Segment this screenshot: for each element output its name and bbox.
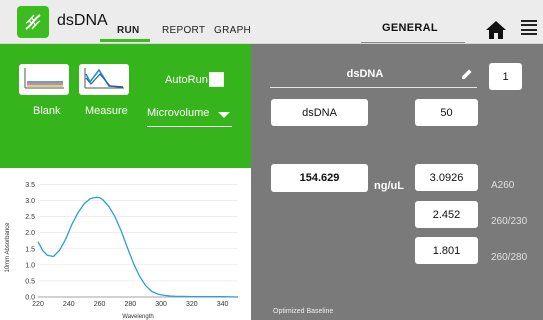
x-tick-label: 300: [155, 301, 167, 308]
y-tick-label: 1.5: [25, 246, 35, 253]
tab-graph[interactable]: GRAPH: [214, 25, 251, 36]
x-tick-label: 320: [186, 301, 198, 308]
sample-type-field[interactable]: dsDNA: [271, 99, 368, 126]
x-tick-label: 240: [63, 301, 75, 308]
edit-pencil-icon[interactable]: [461, 67, 473, 85]
chevron-down-icon: [218, 112, 230, 118]
app-title: dsDNA: [57, 12, 108, 29]
ratio-260-280-label: 260/280: [491, 252, 528, 263]
dna-logo-icon: [17, 6, 49, 38]
a260-label: A260: [491, 180, 515, 191]
x-tick-label: 260: [94, 301, 106, 308]
y-tick-label: 0.5: [25, 278, 35, 285]
a260-value: 3.0926: [415, 164, 478, 191]
absorbance-series-line: [37, 196, 239, 298]
y-tick-label: 1.0: [25, 262, 35, 269]
absorbance-plot: 0.00.51.01.52.02.53.03.5220 240 260 280 300 3…: [5, 182, 239, 320]
active-tab-indicator: [100, 39, 150, 42]
measure-label: Measure: [85, 105, 128, 117]
measure-button[interactable]: [79, 64, 129, 95]
absorbance-chart: 0.0 0.5 1.0 1.5 2.0 2.5 3.0 3.5 220 240 260 280 300 3…: [0, 168, 251, 320]
y-tick-label: 2.5: [25, 214, 35, 221]
y-tick-label: 3.5: [25, 182, 35, 189]
baseline-note: Optimized Baseline: [273, 308, 334, 315]
tab-report[interactable]: REPORT: [162, 25, 205, 36]
sample-name-underline: [270, 87, 477, 88]
y-tick-label: 2.0: [25, 230, 35, 237]
home-icon[interactable]: [485, 20, 507, 45]
sample-number-field[interactable]: 1: [489, 63, 522, 90]
menu-icon[interactable]: [521, 20, 537, 35]
ratio-260-230-label: 260/230: [491, 216, 528, 227]
concentration-unit: ng/uL: [374, 180, 404, 192]
x-tick-label: 220: [32, 301, 44, 308]
control-panel: Blank Measure AutoRun Microvolume: [0, 44, 251, 168]
mode-select[interactable]: Microvolume: [147, 103, 232, 127]
x-tick-label: 340: [217, 301, 229, 308]
y-tick-label: 3.0: [25, 198, 35, 205]
x-axis-label: Wavelength: [122, 314, 153, 320]
autorun-checkbox[interactable]: [209, 72, 224, 87]
concentration-value: 154.629: [271, 164, 368, 192]
autorun-label: AutoRun: [165, 74, 208, 86]
y-axis-label: 10mm Absorbance: [5, 222, 11, 273]
measure-curve-icon: [84, 68, 124, 89]
x-tick-label: 280: [124, 301, 136, 308]
blank-button[interactable]: [19, 64, 69, 95]
top-bar: dsDNA RUN REPORT GRAPH GENERAL: [0, 0, 543, 44]
blank-label: Blank: [33, 105, 61, 117]
section-selector[interactable]: GENERAL: [382, 22, 438, 34]
blank-curve-icon: [24, 68, 64, 89]
results-panel: dsDNA 1 dsDNA 50 154.629 ng/uL 3.0926 A2…: [251, 44, 543, 320]
tab-run[interactable]: RUN: [117, 25, 140, 36]
sample-name[interactable]: dsDNA: [330, 68, 400, 80]
mode-select-value: Microvolume: [147, 107, 210, 119]
ratio-260-230-value: 2.452: [415, 201, 478, 228]
section-underline: [361, 42, 465, 43]
ratio-260-280-value: 1.801: [415, 237, 478, 264]
factor-field[interactable]: 50: [415, 99, 478, 126]
